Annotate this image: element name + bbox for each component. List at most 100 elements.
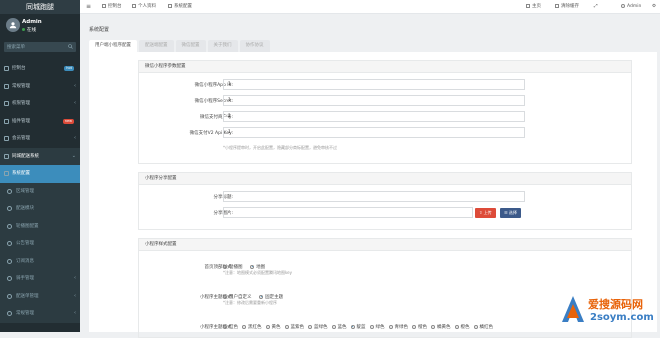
top-link-dashboard[interactable]: 控制台 xyxy=(102,0,122,14)
fullscreen-icon[interactable]: ⤢ xyxy=(594,0,598,14)
share-title-input[interactable] xyxy=(223,191,525,202)
top-link-profile[interactable]: 个人资料 xyxy=(132,0,156,14)
sidebar-item[interactable]: 轮播图配置 xyxy=(0,217,80,235)
watermark: 爱搜源码网 2soym.com xyxy=(560,290,660,332)
sidebar-item[interactable]: 常规管理 ‹ xyxy=(0,305,80,323)
upload-button[interactable]: ⇧ 上传 xyxy=(475,208,496,218)
watermark-logo-icon xyxy=(562,296,584,322)
form-row: 微信支付商户号: 1 xyxy=(139,109,631,125)
radio-label: 黄色 xyxy=(271,325,281,330)
radio-theme-color[interactable]: 橙色 xyxy=(454,324,470,330)
radio-label: 蓝绿色 xyxy=(314,325,328,330)
review-hint: *小程序提审时，开启此配置，隐藏部分商标配置，避免审核不过 xyxy=(223,145,337,150)
menu-icon xyxy=(4,66,9,71)
tab-about[interactable]: 关于我们 xyxy=(207,40,238,52)
form-row: 小程序主题模式: 红色 黑红色 黄色 蓝紫色 蓝绿色 蓝色 靛蓝 绿色 青绿色 橙色 橘黄色 橙色 橘红… xyxy=(139,319,631,335)
tab-user-miniprogram[interactable]: 用户端小程序配置 xyxy=(89,40,137,52)
radio-theme-color[interactable]: 青绿色 xyxy=(388,324,408,330)
radio-icon xyxy=(473,324,478,329)
radio-label: 绿色 xyxy=(375,325,385,330)
radio-icon xyxy=(331,324,336,329)
radio-theme-color[interactable]: 黑红色 xyxy=(242,324,262,330)
merchant-id-input[interactable]: 1 xyxy=(223,111,525,122)
radio-checked-icon xyxy=(259,294,264,299)
sidebar-item-label: 会员管理 xyxy=(12,136,30,141)
tab-delivery[interactable]: 配送端配置 xyxy=(139,40,174,52)
sidebar-item[interactable]: 系统配置 xyxy=(0,165,80,183)
menu-icon xyxy=(7,188,12,194)
top-link-config[interactable]: 系统配置 xyxy=(168,0,192,14)
clear-cache-button[interactable]: 清除缓存 xyxy=(555,0,579,14)
menu-icon xyxy=(7,293,12,299)
sidebar-item[interactable]: 会员管理 ‹ xyxy=(0,130,80,148)
sidebar-item[interactable]: 配送单管理 ‹ xyxy=(0,287,80,305)
search-placeholder: 搜索菜单 xyxy=(7,45,25,50)
sidebar-item[interactable]: 区域管理 xyxy=(0,182,80,200)
menu-icon xyxy=(7,276,12,281)
radio-icon xyxy=(284,324,289,329)
sidebar-item[interactable]: 同城配送系统 ⌄ xyxy=(0,147,80,165)
menu-icon xyxy=(4,101,9,106)
user-status-text: 在线 xyxy=(27,28,36,33)
top-link-label: 控制台 xyxy=(108,4,122,9)
chevron-icon: ‹ xyxy=(74,82,76,89)
sidebar-item[interactable]: 配送模块 xyxy=(0,200,80,218)
user-icon xyxy=(9,22,17,29)
sidebar-item[interactable]: 控制台 hot xyxy=(0,60,80,78)
radio-label: 靛蓝 xyxy=(356,325,366,330)
select-button[interactable]: ☰ 选择 xyxy=(500,208,521,218)
radio-theme-color[interactable]: 蓝色 xyxy=(331,324,347,330)
radio-label: 橙色 xyxy=(418,325,427,330)
home-link[interactable]: 主页 xyxy=(526,0,541,14)
radio-theme-color[interactable]: 绿色 xyxy=(369,324,385,330)
radio-icon xyxy=(369,324,374,329)
radio-theme-color[interactable]: 橙色 xyxy=(412,324,427,330)
clear-cache-label: 清除缓存 xyxy=(561,4,579,9)
watermark-title: 爱搜源码网 xyxy=(588,298,643,311)
sidebar-item-label: 区域管理 xyxy=(16,188,34,194)
sidebar-item-label: 常规管理 xyxy=(16,311,34,316)
user-name: Admin xyxy=(22,19,42,25)
form-row: 微信小程序App Id: 1 xyxy=(139,77,631,93)
content-area: 系统配置 用户端小程序配置 配送端配置 微信配置 关于我们 协作协议 微信小程序… xyxy=(80,14,660,338)
sidebar-badge: new xyxy=(62,118,74,124)
app-logo[interactable]: 同城跑腿 xyxy=(0,0,80,14)
gear-icon[interactable]: ⚙ xyxy=(652,0,656,14)
radio-icon xyxy=(223,264,227,269)
online-dot-icon xyxy=(22,28,25,31)
radio-theme-color[interactable]: 蓝紫色 xyxy=(284,324,305,330)
secret-input[interactable]: 1 xyxy=(223,95,525,106)
sidebar-search[interactable]: 搜索菜单 xyxy=(4,42,76,52)
sidebar-item[interactable]: 权限管理 ‹ xyxy=(0,95,80,113)
radio-theme-color[interactable]: 黄色 xyxy=(265,324,281,330)
radio-theme-color[interactable]: 红色 xyxy=(223,324,238,330)
menu-icon xyxy=(7,311,12,316)
appid-input[interactable]: 1 xyxy=(223,79,525,90)
menu-icon xyxy=(7,258,12,264)
sidebar-item[interactable]: 常规管理 ‹ xyxy=(0,78,80,96)
radio-theme-color[interactable]: 靛蓝 xyxy=(350,324,366,330)
admin-menu[interactable]: Admin xyxy=(621,0,641,14)
sidebar-item[interactable]: 插件管理 new xyxy=(0,113,80,131)
search-icon[interactable] xyxy=(68,44,73,49)
chevron-icon: ‹ xyxy=(74,310,76,316)
sidebar-item[interactable]: 订阅消息 xyxy=(0,252,80,270)
radio-checked-icon xyxy=(250,264,255,269)
radio-icon xyxy=(223,294,227,299)
panel-header: 小程序样式配置 xyxy=(139,239,631,251)
sidebar-item-label: 控制台 xyxy=(12,66,26,71)
upload-icon: ⇧ xyxy=(479,210,483,215)
api-key-input[interactable]: 1 xyxy=(223,127,525,138)
radio-label: 橘红色 xyxy=(479,325,494,330)
radio-label: 蓝紫色 xyxy=(290,325,305,330)
radio-theme-color[interactable]: 橘红色 xyxy=(473,324,494,330)
tab-agreement[interactable]: 协作协议 xyxy=(239,40,270,52)
tab-wechat[interactable]: 微信配置 xyxy=(175,40,206,52)
radio-theme-color[interactable]: 橘黄色 xyxy=(431,324,451,330)
menu-toggle-icon[interactable]: ≡ xyxy=(86,0,91,14)
share-image-input[interactable] xyxy=(223,207,473,218)
sidebar-item[interactable]: 公告管理 xyxy=(0,235,80,253)
radio-theme-color[interactable]: 蓝绿色 xyxy=(308,324,328,330)
user-icon xyxy=(132,3,136,8)
sidebar-item[interactable]: 骑手管理 ‹ xyxy=(0,270,80,288)
